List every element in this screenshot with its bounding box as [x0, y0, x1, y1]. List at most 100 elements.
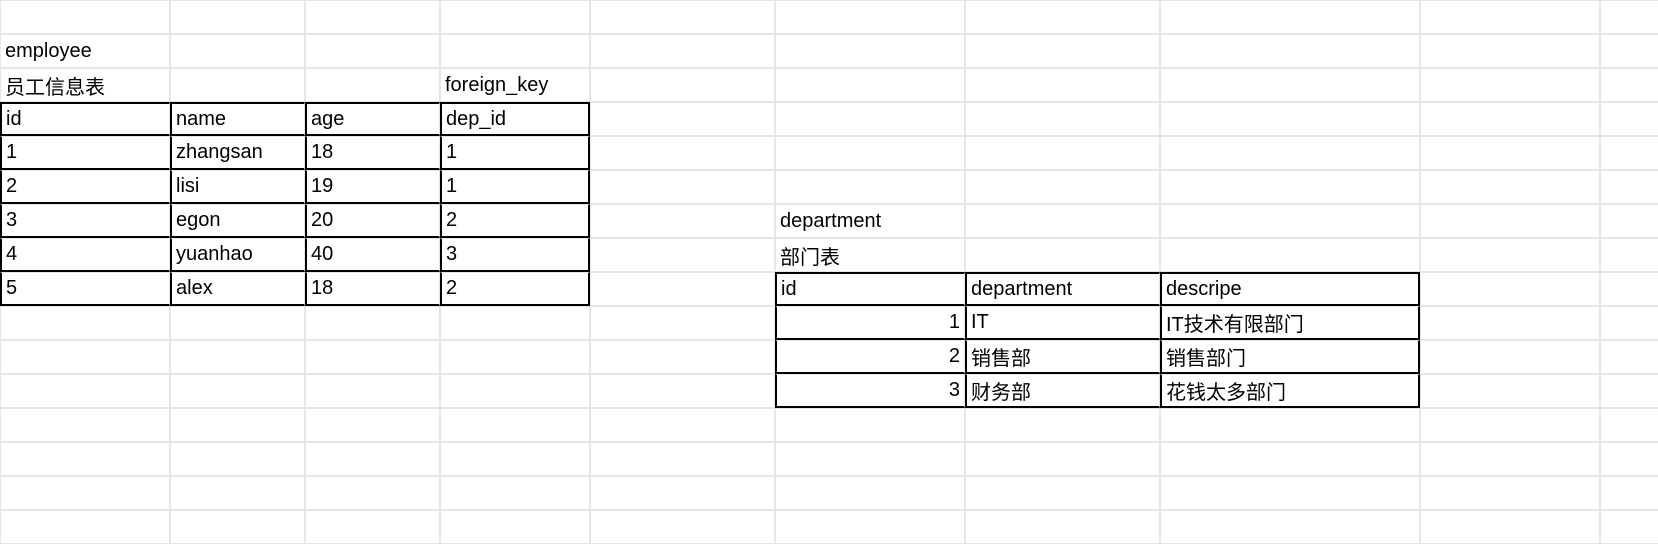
grid-cell[interactable]: [1600, 34, 1658, 68]
grid-cell[interactable]: [775, 136, 965, 170]
employee-cell[interactable]: 1: [440, 136, 590, 170]
grid-cell[interactable]: [305, 0, 440, 34]
grid-cell[interactable]: [1600, 510, 1658, 544]
employee-cell[interactable]: 1: [0, 136, 170, 170]
grid-cell[interactable]: [440, 306, 590, 340]
grid-cell[interactable]: [590, 408, 775, 442]
grid-cell[interactable]: [1600, 204, 1658, 238]
grid-cell[interactable]: [1160, 170, 1420, 204]
grid-cell[interactable]: [965, 442, 1160, 476]
grid-cell[interactable]: [590, 238, 775, 272]
grid-cell[interactable]: [775, 34, 965, 68]
department-cell[interactable]: 销售部门: [1160, 340, 1420, 374]
grid-cell[interactable]: [1420, 102, 1600, 136]
employee-cell[interactable]: alex: [170, 272, 305, 306]
grid-cell[interactable]: [0, 306, 170, 340]
grid-cell[interactable]: [0, 510, 170, 544]
grid-cell[interactable]: [1420, 272, 1600, 306]
grid-cell[interactable]: [1160, 442, 1420, 476]
grid-cell[interactable]: [170, 408, 305, 442]
grid-cell[interactable]: [1420, 68, 1600, 102]
grid-cell[interactable]: [1160, 408, 1420, 442]
grid-cell[interactable]: [170, 0, 305, 34]
grid-cell[interactable]: [170, 442, 305, 476]
grid-cell[interactable]: [1420, 238, 1600, 272]
department-title[interactable]: department: [775, 204, 965, 238]
grid-cell[interactable]: [1160, 102, 1420, 136]
grid-cell[interactable]: [775, 0, 965, 34]
grid-cell[interactable]: [965, 0, 1160, 34]
grid-cell[interactable]: [965, 510, 1160, 544]
grid-cell[interactable]: [590, 136, 775, 170]
grid-cell[interactable]: [1160, 238, 1420, 272]
grid-cell[interactable]: [775, 102, 965, 136]
spreadsheet-grid[interactable]: employee 员工信息表 foreign_key id name age d…: [0, 0, 1658, 544]
grid-cell[interactable]: [965, 204, 1160, 238]
grid-cell[interactable]: [590, 442, 775, 476]
grid-cell[interactable]: [440, 442, 590, 476]
grid-cell[interactable]: [1600, 238, 1658, 272]
grid-cell[interactable]: [305, 510, 440, 544]
department-cell[interactable]: 财务部: [965, 374, 1160, 408]
employee-subtitle[interactable]: 员工信息表: [0, 68, 170, 102]
grid-cell[interactable]: [440, 408, 590, 442]
grid-cell[interactable]: [305, 442, 440, 476]
department-header-id[interactable]: id: [775, 272, 965, 306]
grid-cell[interactable]: [1600, 374, 1658, 408]
grid-cell[interactable]: [170, 476, 305, 510]
grid-cell[interactable]: [590, 0, 775, 34]
grid-cell[interactable]: [1600, 442, 1658, 476]
grid-cell[interactable]: [0, 374, 170, 408]
grid-cell[interactable]: [965, 68, 1160, 102]
employee-cell[interactable]: 2: [440, 272, 590, 306]
grid-cell[interactable]: [965, 34, 1160, 68]
employee-cell[interactable]: 1: [440, 170, 590, 204]
grid-cell[interactable]: [1420, 204, 1600, 238]
grid-cell[interactable]: [1160, 476, 1420, 510]
grid-cell[interactable]: [440, 510, 590, 544]
grid-cell[interactable]: [1420, 34, 1600, 68]
grid-cell[interactable]: [965, 102, 1160, 136]
grid-cell[interactable]: [1600, 272, 1658, 306]
employee-cell[interactable]: 40: [305, 238, 440, 272]
grid-cell[interactable]: [440, 340, 590, 374]
grid-cell[interactable]: [1600, 476, 1658, 510]
grid-cell[interactable]: [440, 0, 590, 34]
grid-cell[interactable]: [1600, 136, 1658, 170]
employee-cell[interactable]: 5: [0, 272, 170, 306]
grid-cell[interactable]: [305, 374, 440, 408]
grid-cell[interactable]: [0, 0, 170, 34]
grid-cell[interactable]: [1420, 442, 1600, 476]
employee-cell[interactable]: 3: [440, 238, 590, 272]
employee-cell[interactable]: egon: [170, 204, 305, 238]
grid-cell[interactable]: [170, 306, 305, 340]
grid-cell[interactable]: [590, 204, 775, 238]
grid-cell[interactable]: [965, 170, 1160, 204]
grid-cell[interactable]: [305, 306, 440, 340]
grid-cell[interactable]: [1420, 476, 1600, 510]
grid-cell[interactable]: [305, 408, 440, 442]
grid-cell[interactable]: [775, 442, 965, 476]
grid-cell[interactable]: [1600, 408, 1658, 442]
employee-header-id[interactable]: id: [0, 102, 170, 136]
employee-cell[interactable]: 18: [305, 272, 440, 306]
department-cell[interactable]: 1: [775, 306, 965, 340]
grid-cell[interactable]: [775, 408, 965, 442]
department-header-name[interactable]: department: [965, 272, 1160, 306]
grid-cell[interactable]: [775, 476, 965, 510]
employee-header-name[interactable]: name: [170, 102, 305, 136]
grid-cell[interactable]: [170, 510, 305, 544]
grid-cell[interactable]: [965, 476, 1160, 510]
department-header-desc[interactable]: descripe: [1160, 272, 1420, 306]
grid-cell[interactable]: [965, 408, 1160, 442]
employee-cell[interactable]: 2: [440, 204, 590, 238]
grid-cell[interactable]: [590, 374, 775, 408]
grid-cell[interactable]: [170, 34, 305, 68]
grid-cell[interactable]: [775, 170, 965, 204]
grid-cell[interactable]: [1160, 136, 1420, 170]
employee-cell[interactable]: 18: [305, 136, 440, 170]
employee-cell[interactable]: lisi: [170, 170, 305, 204]
grid-cell[interactable]: [0, 476, 170, 510]
department-cell[interactable]: IT: [965, 306, 1160, 340]
grid-cell[interactable]: [440, 34, 590, 68]
